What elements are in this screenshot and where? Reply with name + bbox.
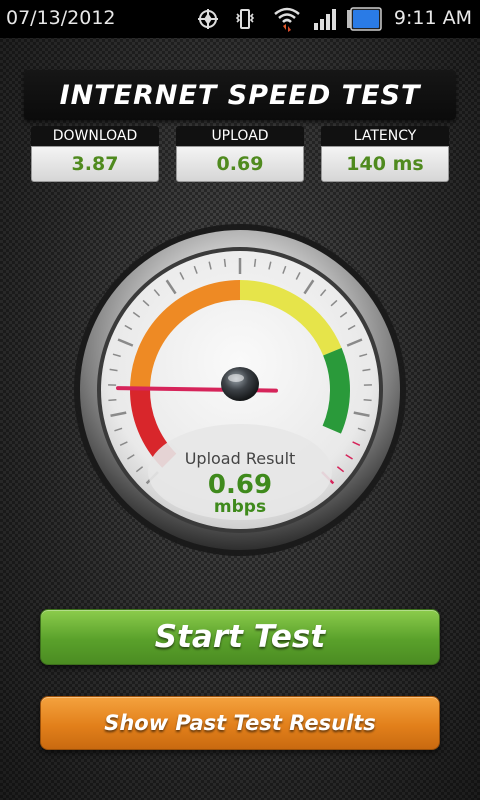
status-bar: 07/13/2012 9:11 AM (0, 0, 480, 38)
gauge-hub (221, 367, 259, 401)
latency-label: LATENCY (321, 126, 449, 146)
download-value: 3.87 (31, 146, 159, 182)
status-time: 9:11 AM (393, 7, 472, 29)
gauge-caption: Upload Result (184, 449, 296, 468)
vibrate-icon (232, 6, 258, 32)
upload-value: 0.69 (176, 146, 304, 182)
gauge-tick (108, 398, 117, 402)
gauge-hub-shine (228, 374, 244, 382)
latency-stat: LATENCY 140 ms (321, 126, 449, 182)
gauge-value: 0.69 (207, 470, 273, 500)
upload-stat: UPLOAD 0.69 (176, 126, 304, 182)
latency-value: 140 ms (321, 146, 449, 182)
gps-icon (195, 6, 221, 32)
wifi-icon (272, 6, 302, 32)
gauge-tick (363, 398, 372, 402)
title-bar: INTERNET SPEED TEST (24, 70, 456, 120)
gauge-arc-green (322, 347, 350, 434)
upload-label: UPLOAD (176, 126, 304, 146)
battery-icon (346, 6, 382, 32)
show-past-results-button[interactable]: Show Past Test Results (40, 696, 440, 750)
page-title: INTERNET SPEED TEST (59, 79, 421, 111)
status-date: 07/13/2012 (6, 7, 116, 29)
gauge-tick (223, 258, 227, 267)
download-label: DOWNLOAD (31, 126, 159, 146)
start-test-button[interactable]: Start Test (40, 609, 440, 665)
download-stat: DOWNLOAD 3.87 (31, 126, 159, 182)
signal-icon (312, 6, 340, 32)
gauge-unit: mbps (213, 497, 267, 517)
gauge-tick (253, 258, 257, 267)
